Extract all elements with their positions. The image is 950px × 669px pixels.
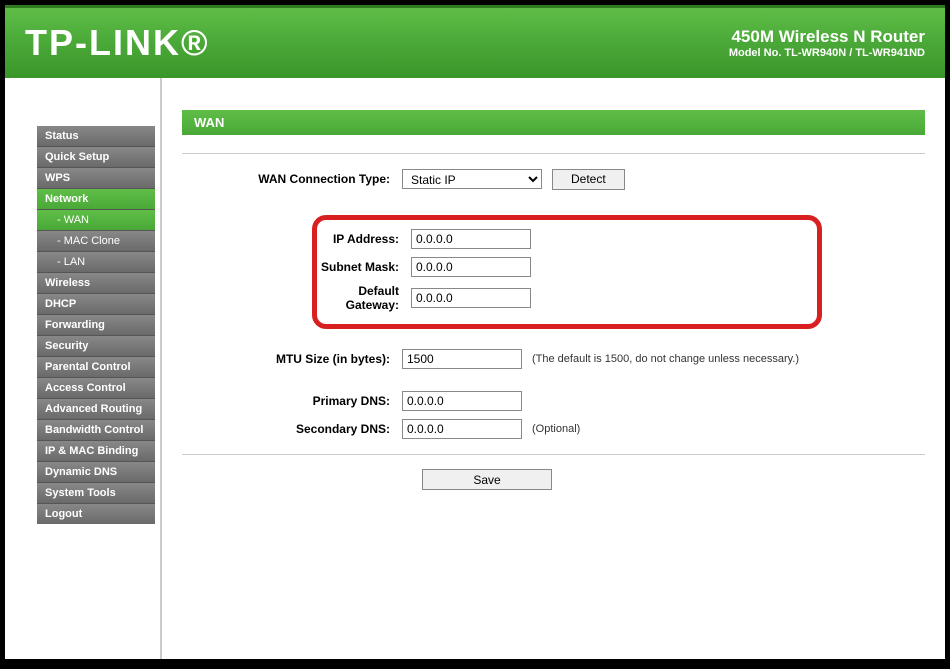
header-info: 450M Wireless N Router Model No. TL-WR94… bbox=[729, 27, 925, 59]
sidebar-item-quick-setup[interactable]: Quick Setup bbox=[37, 147, 155, 168]
default-gateway-label: Default Gateway: bbox=[321, 284, 411, 312]
subnet-mask-label: Subnet Mask: bbox=[321, 260, 411, 274]
header-model: Model No. TL-WR940N / TL-WR941ND bbox=[729, 47, 925, 59]
detect-button[interactable]: Detect bbox=[552, 169, 625, 190]
divider-line-bottom bbox=[182, 454, 925, 455]
mtu-hint: (The default is 1500, do not change unle… bbox=[532, 353, 799, 365]
subnet-mask-input[interactable] bbox=[411, 257, 531, 277]
sidebar-subitem-mac-clone[interactable]: - MAC Clone bbox=[37, 231, 155, 252]
divider-line bbox=[182, 153, 925, 154]
header: TP-LINK® 450M Wireless N Router Model No… bbox=[5, 5, 945, 78]
mtu-input[interactable] bbox=[402, 349, 522, 369]
primary-dns-label: Primary DNS: bbox=[182, 394, 402, 408]
sidebar-item-ip-mac-binding[interactable]: IP & MAC Binding bbox=[37, 441, 155, 462]
main-panel: WAN WAN Connection Type: Static IP Detec… bbox=[162, 78, 945, 659]
primary-dns-input[interactable] bbox=[402, 391, 522, 411]
sidebar-item-advanced-routing[interactable]: Advanced Routing bbox=[37, 399, 155, 420]
sidebar-item-logout[interactable]: Logout bbox=[37, 504, 155, 524]
connection-type-label: WAN Connection Type: bbox=[182, 172, 402, 186]
sidebar-item-wps[interactable]: WPS bbox=[37, 168, 155, 189]
sidebar-item-parental-control[interactable]: Parental Control bbox=[37, 357, 155, 378]
ip-address-input[interactable] bbox=[411, 229, 531, 249]
sidebar-item-security[interactable]: Security bbox=[37, 336, 155, 357]
sidebar-item-forwarding[interactable]: Forwarding bbox=[37, 315, 155, 336]
sidebar-item-wireless[interactable]: Wireless bbox=[37, 273, 155, 294]
highlight-box: IP Address: Subnet Mask: Default Gateway… bbox=[312, 215, 822, 329]
sidebar-item-network[interactable]: Network bbox=[37, 189, 155, 210]
logo: TP-LINK® bbox=[25, 22, 210, 64]
secondary-dns-label: Secondary DNS: bbox=[182, 422, 402, 436]
save-button[interactable]: Save bbox=[422, 469, 552, 490]
sidebar-item-dhcp[interactable]: DHCP bbox=[37, 294, 155, 315]
sidebar-item-access-control[interactable]: Access Control bbox=[37, 378, 155, 399]
header-product-title: 450M Wireless N Router bbox=[729, 27, 925, 47]
mtu-label: MTU Size (in bytes): bbox=[182, 352, 402, 366]
sidebar-subitem-wan[interactable]: - WAN bbox=[37, 210, 155, 231]
sidebar-item-dynamic-dns[interactable]: Dynamic DNS bbox=[37, 462, 155, 483]
sidebar-item-bandwidth-control[interactable]: Bandwidth Control bbox=[37, 420, 155, 441]
sidebar-item-status[interactable]: Status bbox=[37, 126, 155, 147]
sidebar-item-system-tools[interactable]: System Tools bbox=[37, 483, 155, 504]
page-title: WAN bbox=[182, 110, 925, 135]
default-gateway-input[interactable] bbox=[411, 288, 531, 308]
secondary-dns-hint: (Optional) bbox=[532, 423, 580, 435]
secondary-dns-input[interactable] bbox=[402, 419, 522, 439]
ip-address-label: IP Address: bbox=[321, 232, 411, 246]
connection-type-select[interactable]: Static IP bbox=[402, 169, 542, 189]
sidebar-subitem-lan[interactable]: - LAN bbox=[37, 252, 155, 273]
sidebar: Status Quick Setup WPS Network - WAN - M… bbox=[5, 78, 160, 659]
